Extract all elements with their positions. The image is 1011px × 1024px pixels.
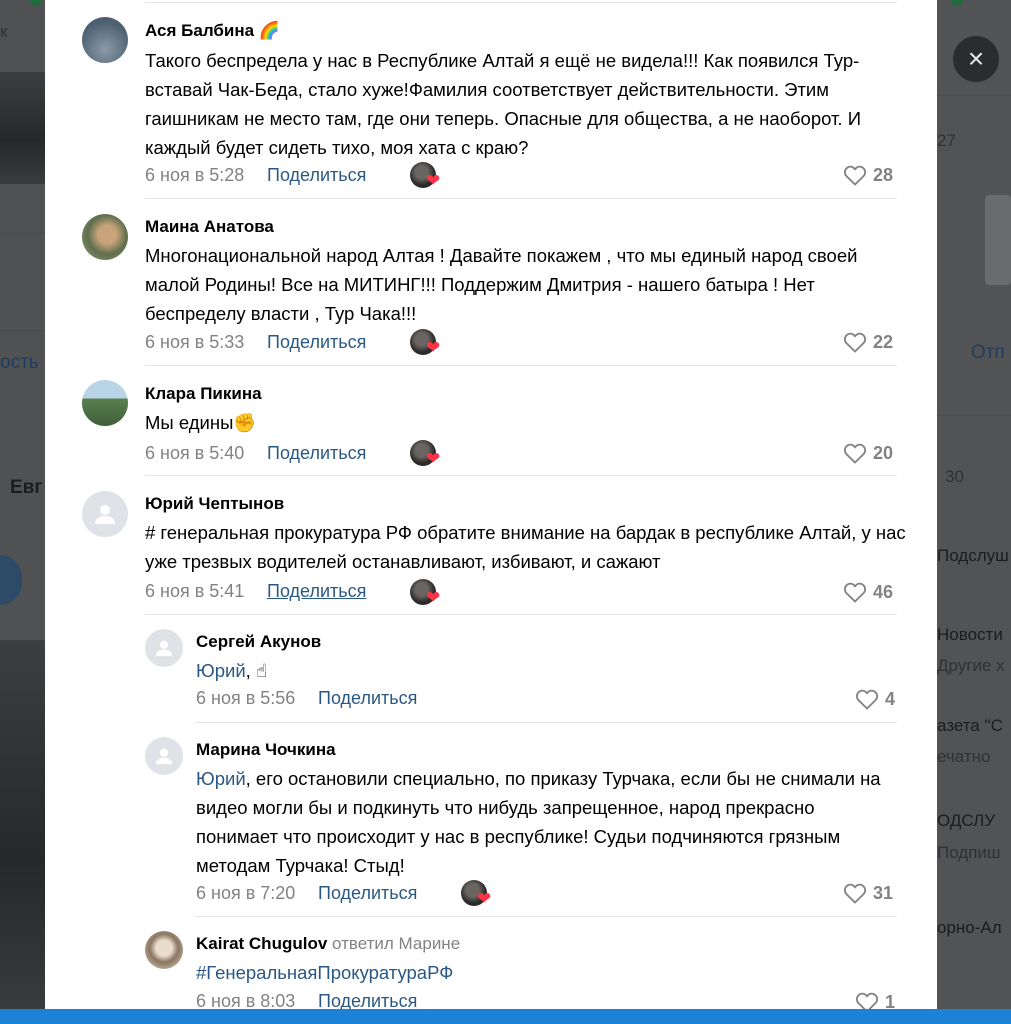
heart-outline-icon: [843, 165, 867, 186]
like-button[interactable]: 31: [843, 882, 893, 904]
comment-text: Многонациональной народ Алтая ! Давайте …: [145, 245, 858, 324]
heart-icon: ❤: [426, 588, 441, 607]
comment-author[interactable]: Клара Пикина: [145, 384, 262, 404]
close-button[interactable]: ×: [953, 36, 999, 82]
rainbow-badge: 🌈: [258, 21, 280, 40]
comments-panel: Ася Балбина 🌈 Такого беспредела у нас в …: [45, 0, 937, 1012]
like-count: 31: [873, 882, 894, 903]
like-button[interactable]: 4: [855, 688, 895, 710]
comment-date[interactable]: 6 ноя в 5:33: [145, 332, 244, 353]
like-button[interactable]: 46: [843, 581, 893, 603]
liker-avatar[interactable]: ❤: [410, 440, 444, 470]
comment-author[interactable]: Ася Балбина 🌈: [145, 21, 280, 41]
fist-emoji: ✊: [233, 412, 257, 433]
share-link[interactable]: Поделиться: [267, 332, 366, 353]
comment-date[interactable]: 6 ноя в 5:40: [145, 443, 244, 464]
avatar[interactable]: [82, 17, 128, 63]
comment-author[interactable]: Юрий Чептынов: [145, 494, 284, 514]
reply-text: Юрий, ☝: [196, 660, 268, 681]
avatar[interactable]: [82, 491, 128, 537]
close-icon: ×: [967, 43, 985, 74]
online-indicator: [30, 0, 42, 6]
comment-author[interactable]: Маина Анатова: [145, 217, 274, 237]
like-button[interactable]: 20: [843, 442, 893, 464]
reply-author[interactable]: Kairat Chugulov ответил Марине: [196, 934, 460, 954]
mention-link[interactable]: Юрий: [196, 768, 246, 789]
reply-author[interactable]: Сергей Акунов: [196, 632, 321, 652]
reply-text: Юрий, его остановили специально, по прик…: [196, 768, 881, 876]
background-name-fragment: Евг: [10, 477, 43, 498]
avatar[interactable]: [82, 214, 128, 260]
taskbar-strip: [0, 1009, 1011, 1024]
replied-to-label[interactable]: ответил Марине: [332, 934, 460, 953]
background-photo: [0, 640, 45, 1010]
share-link[interactable]: Поделиться: [267, 165, 366, 186]
background-sticker: [985, 195, 1011, 285]
heart-icon: ❤: [426, 338, 441, 357]
share-link[interactable]: Поделиться: [318, 688, 417, 709]
heart-outline-icon: [843, 332, 867, 353]
reply-text: #ГенеральнаяПрокуратураРФ: [196, 958, 896, 987]
liker-avatar[interactable]: ❤: [410, 579, 444, 609]
background-search-fragment: к: [0, 22, 8, 41]
like-count: 46: [873, 581, 894, 602]
background-right-column: [937, 0, 1011, 1024]
like-count: 4: [885, 688, 896, 709]
comment-text: # генеральная прокуратура РФ обратите вн…: [145, 522, 906, 572]
heart-icon: ❤: [477, 889, 492, 908]
hashtag-link[interactable]: #ГенеральнаяПрокуратураРФ: [196, 962, 453, 983]
online-indicator: [951, 0, 963, 6]
share-link[interactable]: Поделиться: [318, 883, 417, 904]
share-link[interactable]: Поделиться: [267, 581, 366, 602]
heart-outline-icon: [855, 689, 879, 710]
reply-date[interactable]: 6 ноя в 5:56: [196, 688, 295, 709]
avatar[interactable]: [82, 380, 128, 426]
avatar[interactable]: [145, 737, 183, 775]
liker-avatar[interactable]: ❤: [410, 329, 444, 359]
default-user-icon: [95, 505, 115, 524]
like-count: 28: [873, 164, 894, 185]
reply-date[interactable]: 6 ноя в 7:20: [196, 883, 295, 904]
background-link-fragment: ость: [0, 352, 39, 373]
heart-icon: ❤: [426, 449, 441, 468]
mention-link[interactable]: Юрий: [196, 660, 246, 681]
like-count: 20: [873, 442, 894, 463]
liker-avatar[interactable]: ❤: [410, 162, 444, 192]
like-button[interactable]: 22: [843, 331, 893, 353]
default-user-icon: [155, 640, 173, 657]
avatar[interactable]: [145, 629, 183, 667]
liker-avatar[interactable]: ❤: [461, 880, 495, 910]
comment-text: Такого беспредела у нас в Республике Алт…: [145, 50, 861, 158]
heart-outline-icon: [843, 582, 867, 603]
like-count: 22: [873, 331, 894, 352]
pointing-up-emoji: ☝: [255, 660, 268, 681]
background-photo: [0, 72, 45, 184]
like-button[interactable]: 28: [843, 164, 893, 186]
avatar[interactable]: [145, 931, 183, 969]
heart-outline-icon: [843, 443, 867, 464]
default-user-icon: [155, 748, 173, 765]
reply-author[interactable]: Марина Чочкина: [196, 740, 336, 760]
comment-date[interactable]: 6 ноя в 5:28: [145, 165, 244, 186]
heart-outline-icon: [843, 883, 867, 904]
heart-icon: ❤: [426, 171, 441, 190]
comment-text: Мы едины✊: [145, 412, 257, 433]
comment-date[interactable]: 6 ноя в 5:41: [145, 581, 244, 602]
share-link[interactable]: Поделиться: [267, 443, 366, 464]
